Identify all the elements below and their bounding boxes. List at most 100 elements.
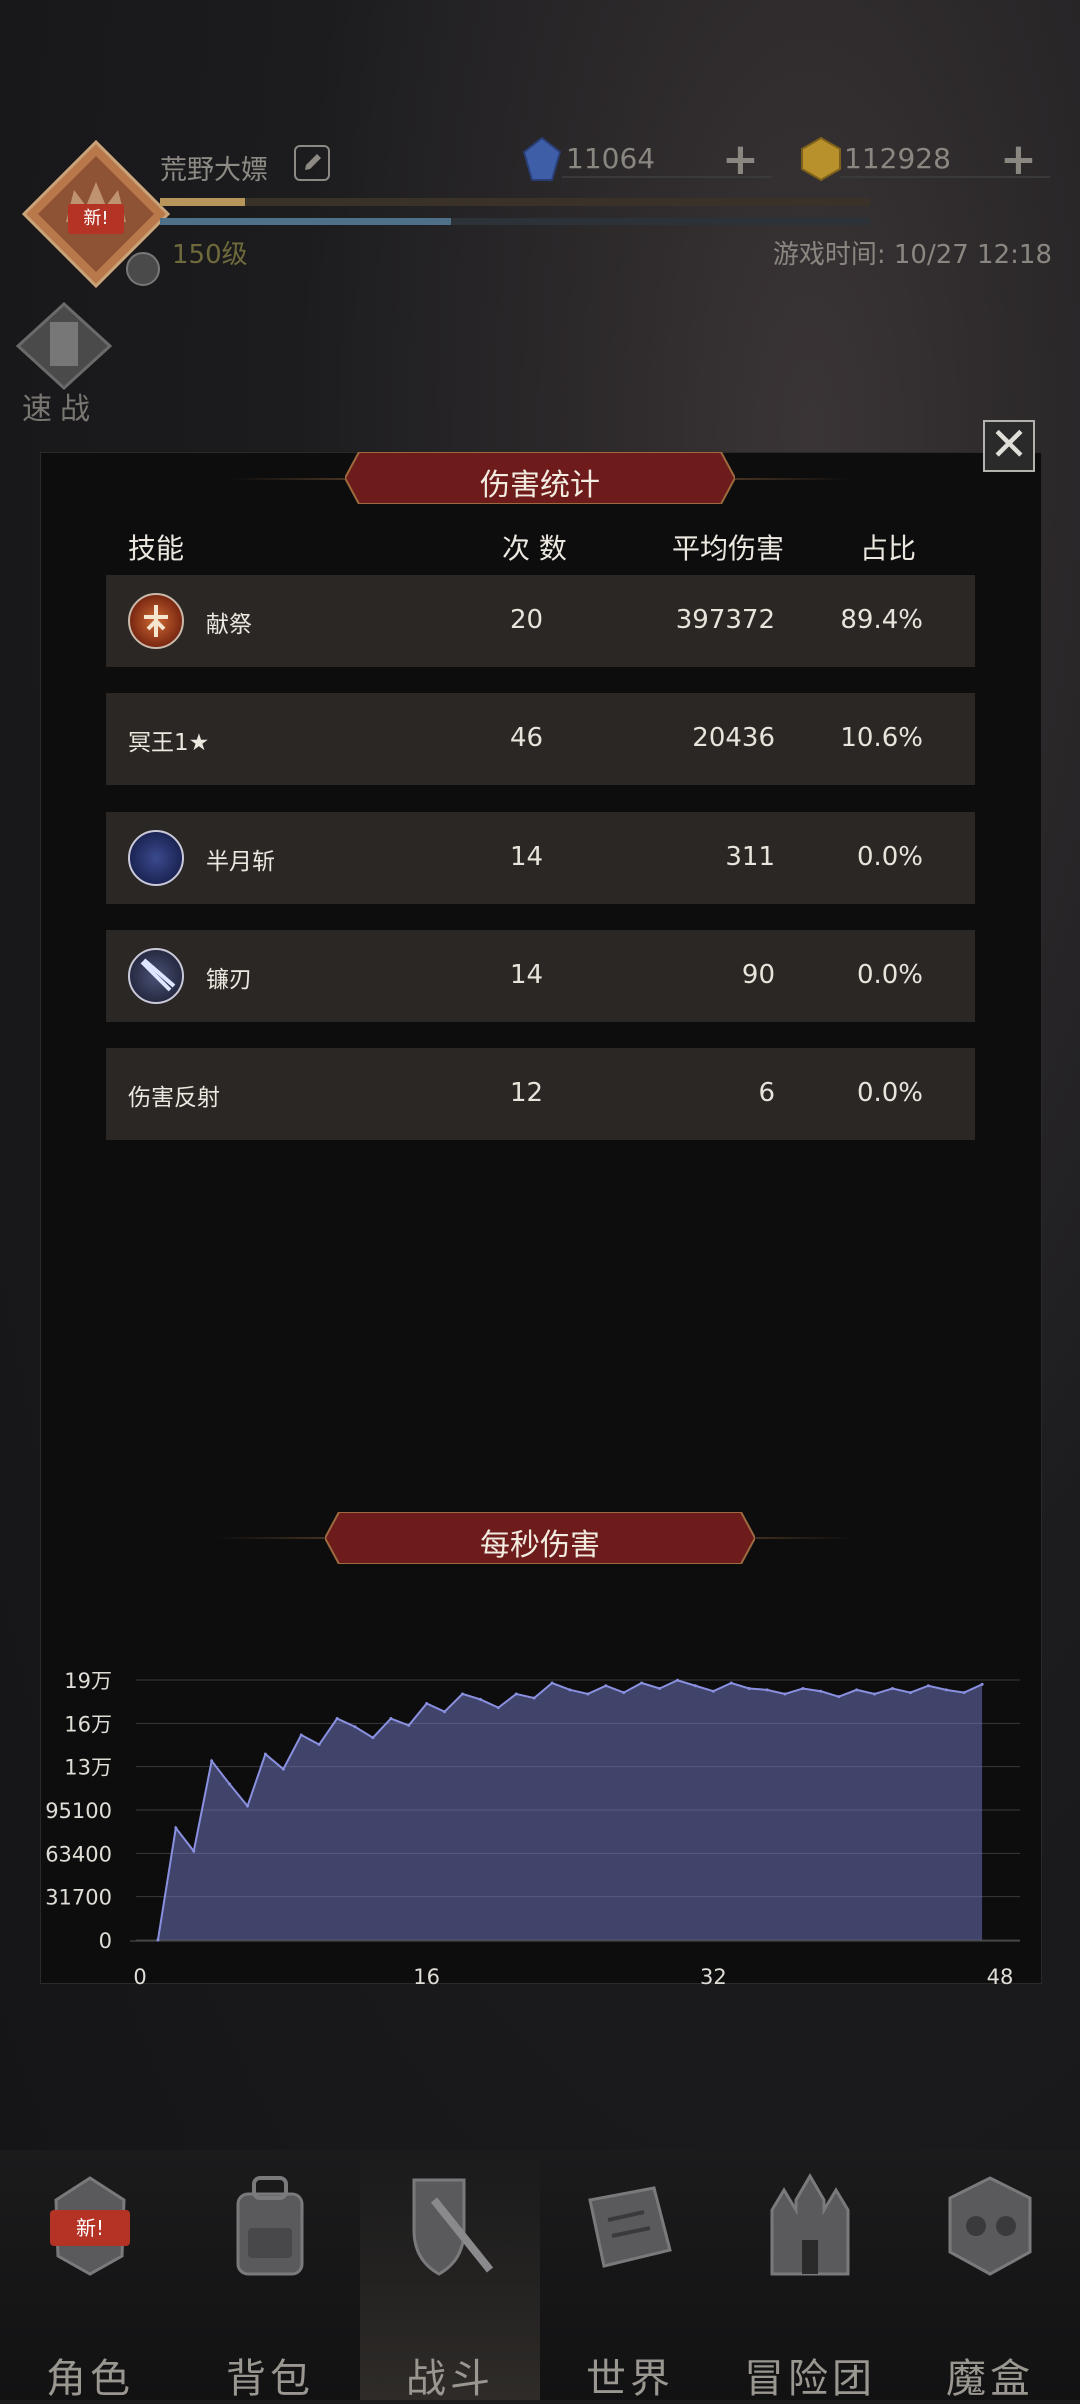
- x-tick-label: 48: [987, 1965, 1014, 1989]
- nav-item-role[interactable]: 新! 角色: [0, 2150, 180, 2402]
- nav-label: 背包: [226, 2356, 314, 2402]
- damage-ratio: 0.0%: [856, 1078, 923, 1108]
- close-button[interactable]: ✕: [983, 420, 1035, 472]
- nav-label: 世界: [586, 2356, 674, 2402]
- dps-point: [228, 1782, 232, 1786]
- dps-point: [532, 1696, 536, 1700]
- nav-item-magic-box[interactable]: 魔盒: [900, 2150, 1080, 2402]
- nav-new-badge: 新!: [50, 2210, 130, 2246]
- avatar-new-badge: 新!: [68, 204, 124, 234]
- dps-point: [926, 1684, 930, 1688]
- close-icon: ✕: [989, 417, 1029, 471]
- bottom-nav: 新! 角色 背包 战斗 世界 冒险团 魔盒: [0, 2150, 1080, 2402]
- skill-name: 半月斩: [206, 849, 275, 875]
- dps-point: [371, 1736, 375, 1740]
- game-time: 游戏时间: 10/27 12:18: [772, 240, 1052, 270]
- dps-point: [908, 1691, 912, 1695]
- exp-bar: [160, 198, 870, 206]
- dps-point: [407, 1723, 411, 1727]
- dps-point: [299, 1733, 303, 1737]
- add-gold-button[interactable]: +: [1000, 134, 1037, 185]
- hit-count: 46: [510, 723, 544, 753]
- dps-point: [586, 1692, 590, 1696]
- skill-name: 冥王1★: [128, 730, 210, 756]
- dps-point: [676, 1678, 679, 1682]
- add-gem-button[interactable]: +: [722, 134, 759, 185]
- avg-damage: 397372: [675, 605, 775, 635]
- header-skill: 技能: [128, 532, 185, 565]
- gold-currency: 112928 +: [800, 134, 1050, 185]
- dps-point: [210, 1759, 214, 1763]
- gem-currency: 11064 +: [522, 134, 772, 185]
- player-level: 150级: [172, 240, 248, 270]
- dps-point: [192, 1849, 196, 1853]
- dps-point: [317, 1743, 321, 1747]
- avg-damage: 90: [741, 960, 775, 990]
- dps-point: [514, 1692, 518, 1696]
- sacrifice-icon: [128, 593, 184, 649]
- player-avatar[interactable]: 新!: [21, 139, 171, 289]
- magic-cube-icon: [948, 2176, 1032, 2276]
- nav-item-adventure-team[interactable]: 冒险团: [720, 2150, 900, 2402]
- dps-point: [174, 1826, 178, 1830]
- energy-bar-fill: [160, 218, 452, 225]
- nav-label: 角色: [46, 2356, 134, 2402]
- dps-point: [640, 1681, 644, 1685]
- dps-point: [693, 1684, 697, 1688]
- damage-ratio: 0.0%: [856, 960, 923, 990]
- dps-point: [425, 1702, 429, 1706]
- damage-ratio: 10.6%: [840, 723, 923, 753]
- table-row: 伤害反射 12 6 0.0%: [106, 1048, 975, 1140]
- dps-point: [783, 1692, 787, 1696]
- edit-name-icon[interactable]: [294, 145, 330, 181]
- header-avg-damage: 平均伤害: [672, 532, 785, 565]
- exp-bar-fill: [160, 198, 246, 206]
- rank-badge: [126, 252, 160, 286]
- dps-point: [801, 1686, 805, 1690]
- table-row: 半月斩 14 311 0.0%: [106, 812, 975, 904]
- y-tick-label: 0: [99, 1929, 112, 1953]
- y-tick-label: 19万: [64, 1669, 112, 1693]
- dps-point: [156, 1938, 160, 1942]
- dps-point: [604, 1684, 608, 1688]
- dps-point: [837, 1695, 841, 1699]
- damage-stats-title-text: 伤害统计: [480, 468, 600, 503]
- dps-point: [281, 1767, 285, 1771]
- table-row: 冥王1★ 46 20436 10.6%: [106, 693, 975, 785]
- damage-ratio: 89.4%: [840, 605, 923, 635]
- gold-gem-icon: [801, 136, 841, 182]
- dps-point: [873, 1692, 877, 1696]
- table-row: 镰刃 14 90 0.0%: [106, 930, 975, 1022]
- y-tick-label: 16万: [64, 1712, 112, 1736]
- dps-area: [157, 1680, 983, 1940]
- dps-point: [711, 1689, 715, 1693]
- nav-label: 冒险团: [744, 2356, 876, 2402]
- quick-battle-icon: [15, 301, 113, 391]
- dps-point: [335, 1717, 339, 1721]
- castle-icon: [770, 2173, 850, 2276]
- y-tick-label: 95100: [45, 1799, 112, 1823]
- nav-item-battle[interactable]: 战斗: [360, 2150, 540, 2402]
- dps-point: [443, 1710, 447, 1714]
- dps-point: [263, 1752, 267, 1756]
- header-ratio: 占比: [860, 532, 917, 565]
- pencil-icon: [305, 154, 321, 170]
- half-moon-slash-icon: [128, 830, 184, 886]
- gold-count: 112928: [844, 142, 951, 175]
- hit-count: 12: [510, 1078, 544, 1108]
- nav-label: 魔盒: [946, 2356, 1034, 2402]
- scythe-blade-icon: [128, 948, 184, 1004]
- energy-bar: [160, 218, 870, 225]
- nav-item-world[interactable]: 世界: [540, 2150, 720, 2402]
- x-tick-label: 16: [413, 1965, 440, 1989]
- dps-point: [747, 1686, 751, 1690]
- nav-item-backpack[interactable]: 背包: [180, 2150, 360, 2402]
- dps-point: [962, 1691, 966, 1695]
- dps-point: [855, 1688, 859, 1692]
- dps-point: [246, 1804, 249, 1808]
- skill-name: 镰刃: [206, 967, 252, 993]
- blue-gem-icon: [522, 136, 562, 181]
- dps-point: [461, 1692, 464, 1696]
- avg-damage: 311: [725, 842, 775, 872]
- x-tick-label: 0: [133, 1965, 146, 1989]
